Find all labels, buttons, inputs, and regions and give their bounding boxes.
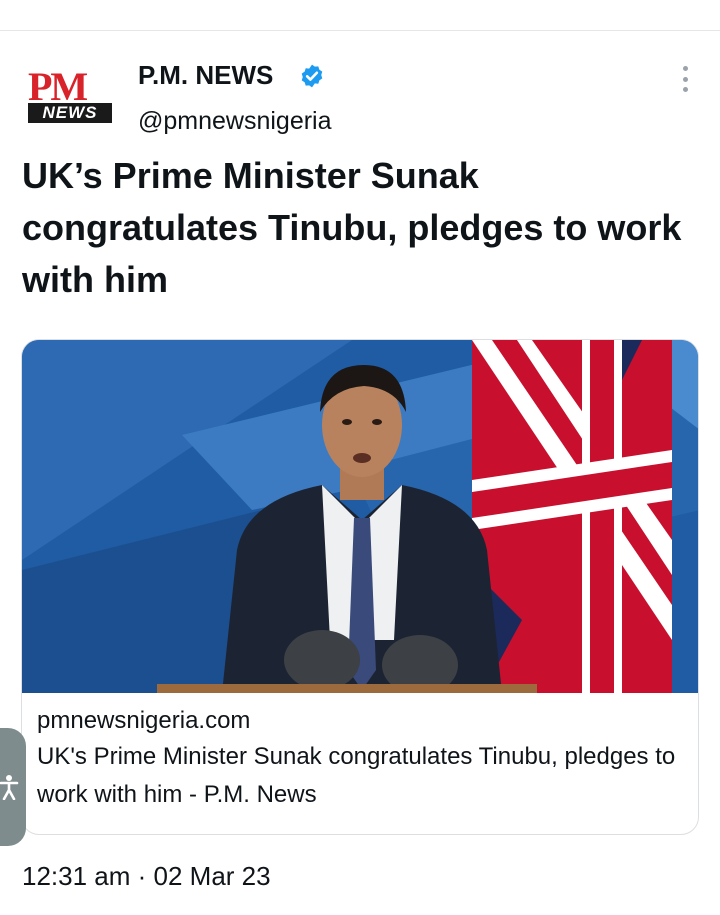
author-display-name[interactable]: P.M. NEWS	[138, 60, 273, 90]
more-options-icon[interactable]	[680, 66, 690, 92]
author-handle[interactable]: @pmnewsnigeria	[138, 106, 332, 136]
verified-badge-icon	[301, 64, 323, 88]
avatar-logo-top: PM	[28, 64, 88, 109]
tweet-text: UK’s Prime Minister Sunak congratulates …	[22, 155, 682, 300]
card-meta: pmnewsnigeria.com UK's Prime Minister Su…	[37, 704, 687, 814]
card-title[interactable]: UK's Prime Minister Sunak congratulates …	[37, 738, 687, 814]
card-image[interactable]	[22, 340, 699, 693]
card-domain[interactable]: pmnewsnigeria.com	[37, 704, 687, 738]
tweet-detail-page: PM NEWS P.M. NEWS @pmnewsnigeria UK’s Pr…	[0, 0, 720, 915]
accessibility-icon	[0, 775, 19, 800]
tweet-timestamp[interactable]: 12:31 am · 02 Mar 23	[22, 859, 271, 893]
top-divider	[0, 30, 720, 31]
link-card[interactable]: pmnewsnigeria.com UK's Prime Minister Su…	[21, 339, 699, 835]
avatar[interactable]: PM NEWS	[22, 65, 118, 131]
accessibility-button[interactable]	[0, 728, 26, 846]
avatar-logo-bottom: NEWS	[28, 103, 112, 123]
